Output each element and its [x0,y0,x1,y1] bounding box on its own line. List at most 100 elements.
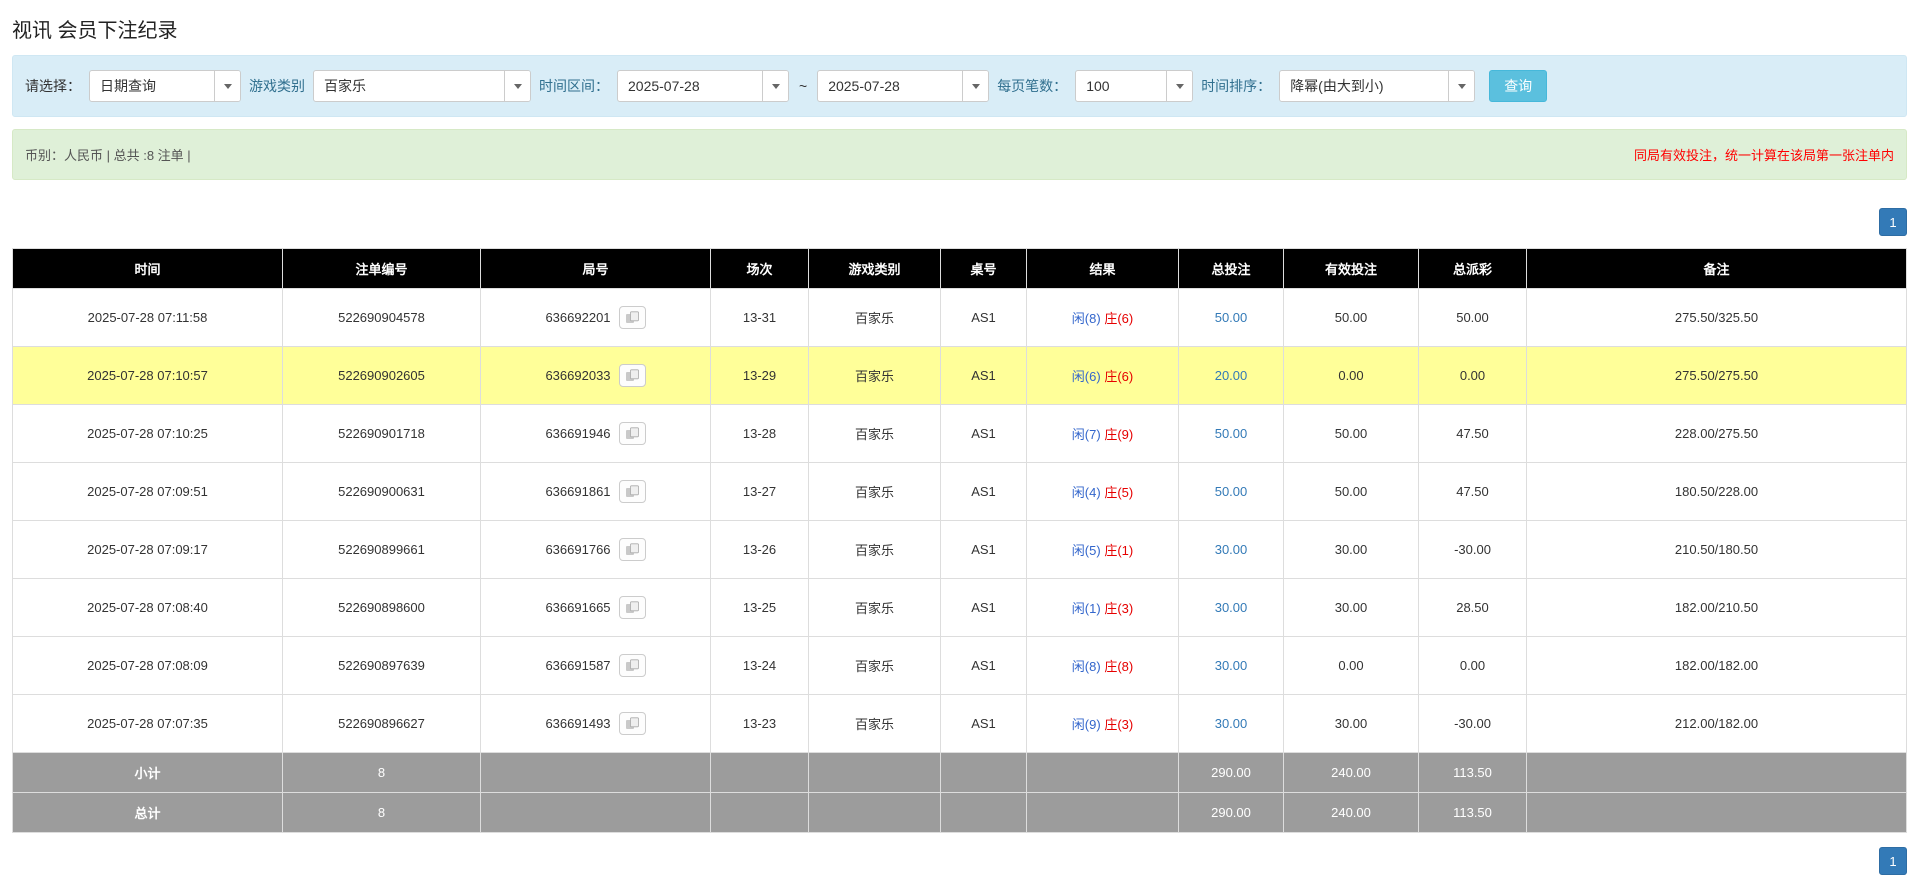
result-banker: 庄(6) [1104,311,1133,326]
round-detail-button[interactable] [619,306,646,329]
game-type-select[interactable]: 百家乐 [313,70,531,102]
time-sort-select[interactable]: 降幂(由大到小) [1279,70,1475,102]
column-header: 场次 [711,249,809,289]
round-detail-button[interactable] [619,654,646,677]
search-button[interactable]: 查询 [1489,70,1547,102]
summary-empty-cell [941,753,1027,793]
result-player: 闲(4) [1072,485,1101,500]
cell-result: 闲(5) 庄(1) [1027,521,1179,579]
cell-remark: 275.50/275.50 [1527,347,1907,405]
summary-empty-cell [1527,753,1907,793]
summary-empty-cell [1527,793,1907,833]
round-detail-button[interactable] [619,596,646,619]
time-sort-label: 时间排序： [1201,76,1271,96]
cell-valid-bet: 30.00 [1284,695,1419,753]
cell-total-bet: 30.00 [1179,579,1284,637]
cards-icon [625,427,640,440]
cell-game-type: 百家乐 [809,289,941,347]
date-from-picker[interactable]: 2025-07-28 [617,70,789,102]
cards-icon [625,485,640,498]
cell-round: 636691766 [481,521,711,579]
page-size-select[interactable]: 100 [1075,70,1193,102]
cell-remark: 212.00/182.00 [1527,695,1907,753]
total-bet-link[interactable]: 50.00 [1215,426,1248,441]
cell-session: 13-23 [711,695,809,753]
column-header: 时间 [13,249,283,289]
cell-payout: 0.00 [1419,347,1527,405]
table-row: 2025-07-28 07:07:35522690896627636691493… [13,695,1907,753]
cell-result: 闲(8) 庄(6) [1027,289,1179,347]
page-1-button[interactable]: 1 [1879,847,1907,875]
query-type-select[interactable]: 日期查询 [89,70,241,102]
chevron-down-icon[interactable] [762,71,788,101]
table-body: 2025-07-28 07:11:58522690904578636692201… [13,289,1907,753]
column-header: 总投注 [1179,249,1284,289]
round-detail-button[interactable] [619,480,646,503]
chevron-down-icon[interactable] [962,71,988,101]
summary-total-bet: 290.00 [1179,753,1284,793]
table-head: 时间注单编号局号场次游戏类别桌号结果总投注有效投注总派彩备注 [13,249,1907,289]
cell-round: 636691587 [481,637,711,695]
cell-valid-bet: 0.00 [1284,347,1419,405]
cell-bet-id: 522690897639 [283,637,481,695]
date-to-picker[interactable]: 2025-07-28 [817,70,989,102]
table-row: 2025-07-28 07:10:57522690902605636692033… [13,347,1907,405]
chevron-down-icon[interactable] [504,71,530,101]
chevron-down-icon[interactable] [214,71,240,101]
total-bet-link[interactable]: 50.00 [1215,484,1248,499]
cell-table-no: AS1 [941,579,1027,637]
total-bet-link[interactable]: 30.00 [1215,542,1248,557]
summary-empty-cell [809,793,941,833]
page-title: 视讯 会员下注纪录 [12,14,1907,43]
summary-count: 8 [283,753,481,793]
pagination-top: 1 [12,208,1907,236]
page-1-button[interactable]: 1 [1879,208,1907,236]
summary-empty-cell [1027,753,1179,793]
summary-empty-cell [711,793,809,833]
round-number: 636691587 [545,658,610,673]
chevron-down-icon[interactable] [1166,71,1192,101]
cell-time: 2025-07-28 07:09:51 [13,463,283,521]
cell-round: 636692201 [481,289,711,347]
cards-icon [625,659,640,672]
cell-bet-id: 522690900631 [283,463,481,521]
cell-session: 13-27 [711,463,809,521]
total-bet-link[interactable]: 30.00 [1215,658,1248,673]
round-number: 636691946 [545,426,610,441]
result-banker: 庄(6) [1104,369,1133,384]
game-type-value: 百家乐 [314,71,504,101]
round-number: 636691493 [545,716,610,731]
round-detail-button[interactable] [619,364,646,387]
cell-result: 闲(6) 庄(6) [1027,347,1179,405]
total-bet-link[interactable]: 30.00 [1215,600,1248,615]
round-detail-button[interactable] [619,712,646,735]
summary-valid-bet: 240.00 [1284,753,1419,793]
summary-empty-cell [1027,793,1179,833]
result-player: 闲(5) [1072,543,1101,558]
currency-summary-text: 币别：人民币 | 总共 :8 注单 | [25,145,191,164]
cell-game-type: 百家乐 [809,637,941,695]
bet-table: 时间注单编号局号场次游戏类别桌号结果总投注有效投注总派彩备注 2025-07-2… [12,248,1907,833]
total-bet-link[interactable]: 50.00 [1215,310,1248,325]
total-bet-link[interactable]: 30.00 [1215,716,1248,731]
cell-total-bet: 50.00 [1179,405,1284,463]
total-bet-link[interactable]: 20.00 [1215,368,1248,383]
cards-icon [625,601,640,614]
table-row: 2025-07-28 07:08:40522690898600636691665… [13,579,1907,637]
round-detail-button[interactable] [619,422,646,445]
time-sort-value: 降幂(由大到小) [1280,71,1448,101]
cell-round: 636691946 [481,405,711,463]
round-detail-button[interactable] [619,538,646,561]
chevron-down-icon[interactable] [1448,71,1474,101]
result-player: 闲(8) [1072,659,1101,674]
cell-time: 2025-07-28 07:10:57 [13,347,283,405]
cell-table-no: AS1 [941,695,1027,753]
select-label: 请选择： [25,76,81,96]
summary-row: 小计8290.00240.00113.50 [13,753,1907,793]
cell-table-no: AS1 [941,637,1027,695]
summary-valid-bet: 240.00 [1284,793,1419,833]
summary-label: 小计 [13,753,283,793]
cell-game-type: 百家乐 [809,695,941,753]
summary-empty-cell [481,793,711,833]
cell-result: 闲(8) 庄(8) [1027,637,1179,695]
